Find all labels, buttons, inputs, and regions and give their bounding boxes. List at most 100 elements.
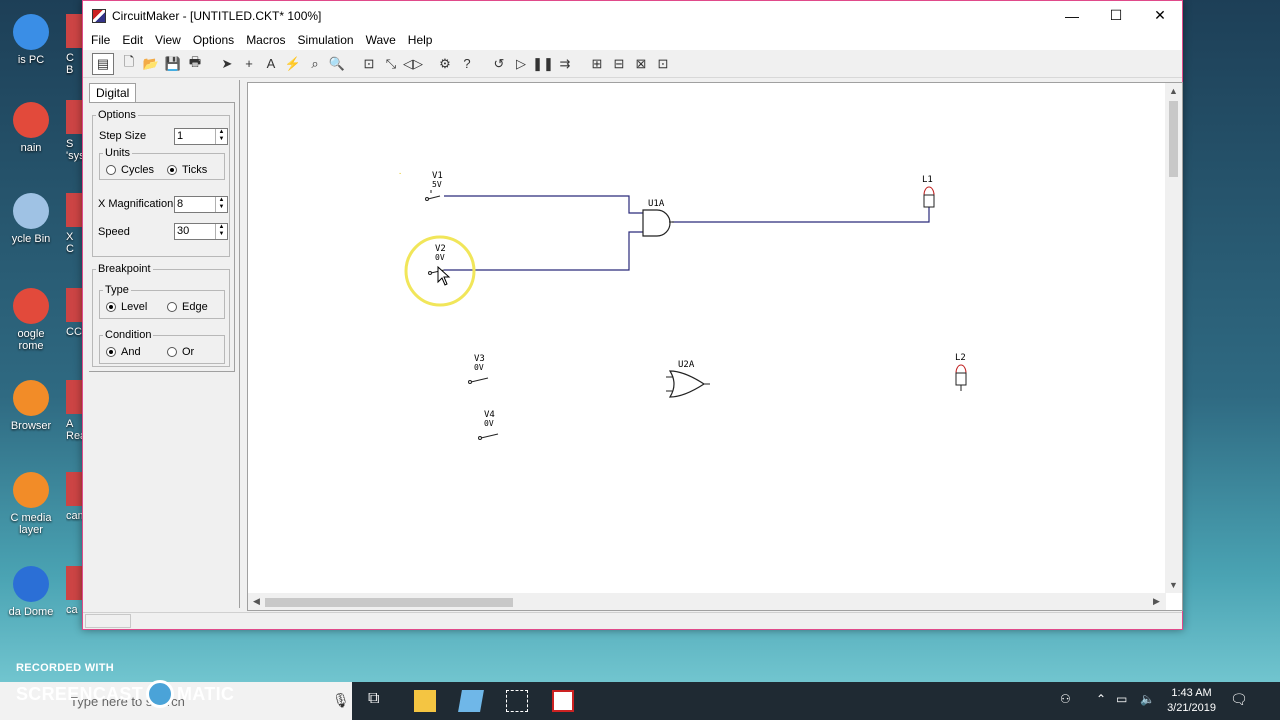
menu-view[interactable]: View bbox=[149, 33, 187, 47]
menu-macros[interactable]: Macros bbox=[240, 33, 291, 47]
x-magnification-input[interactable]: 8 ▲ ▼ bbox=[174, 196, 228, 213]
v4-value: 0V bbox=[484, 419, 494, 428]
circuitmaker-window: CircuitMaker - [UNTITLED.CKT* 100%] — ☐ … bbox=[82, 0, 1183, 630]
l1-label: L1 bbox=[922, 175, 933, 185]
system-clock[interactable]: 1:43 AM 3/21/2019 bbox=[1167, 686, 1216, 716]
desktop-icon[interactable]: is PC bbox=[0, 14, 62, 66]
open-file-button[interactable]: 📂 bbox=[140, 53, 162, 75]
step-size-input[interactable]: 1 ▲ ▼ bbox=[174, 128, 228, 145]
step-size-spinner[interactable]: ▲ ▼ bbox=[215, 129, 227, 144]
desktop-icon[interactable]: oogle rome bbox=[0, 288, 62, 352]
snipping-tool-icon[interactable] bbox=[506, 690, 528, 712]
save-button[interactable]: 💾 bbox=[162, 53, 184, 75]
chevron-up-icon[interactable]: ⌃ bbox=[1096, 692, 1106, 706]
task-view-icon[interactable]: ⧉ bbox=[368, 690, 390, 712]
menu-edit[interactable]: Edit bbox=[116, 33, 149, 47]
pause-button[interactable]: ❚❚ bbox=[532, 53, 554, 75]
arrow-tool-button[interactable]: ➤ bbox=[216, 53, 238, 75]
app-icon[interactable] bbox=[458, 690, 484, 712]
reset-button[interactable]: ↺ bbox=[488, 53, 510, 75]
microphone-icon[interactable]: 🎙 bbox=[332, 692, 350, 709]
logic-display-l2[interactable]: L2 bbox=[955, 353, 967, 391]
menu-wave[interactable]: Wave bbox=[360, 33, 402, 47]
menu-options[interactable]: Options bbox=[187, 33, 240, 47]
type-edge-label: Edge bbox=[182, 301, 208, 313]
wire-u1a-l1[interactable] bbox=[672, 207, 930, 223]
x-magnification-spinner[interactable]: ▲ ▼ bbox=[215, 197, 227, 212]
desktop-icon[interactable]: da Dome bbox=[0, 566, 62, 618]
wires[interactable] bbox=[444, 195, 930, 271]
units-ticks-radio[interactable]: Ticks bbox=[167, 164, 207, 176]
desktop-icon[interactable]: nain bbox=[0, 102, 62, 154]
minimize-button[interactable]: — bbox=[1050, 1, 1094, 30]
library-button[interactable]: ▤ bbox=[92, 52, 114, 75]
help-button[interactable]: ? bbox=[456, 53, 478, 75]
scroll-right-icon[interactable]: ▶ bbox=[1153, 596, 1160, 607]
view-button-3[interactable]: ⊠ bbox=[630, 53, 652, 75]
switch-v3[interactable]: V3 0V bbox=[468, 354, 489, 384]
radio-icon bbox=[167, 347, 177, 357]
scroll-left-icon[interactable]: ◀ bbox=[253, 596, 260, 607]
or-gate-u2a[interactable]: U2A bbox=[666, 360, 710, 398]
probe-tool-button[interactable]: ⚡ bbox=[282, 53, 304, 75]
switch-v2[interactable]: V2 0V bbox=[404, 235, 476, 307]
horizontal-scroll-thumb[interactable] bbox=[265, 598, 513, 607]
speed-input[interactable]: 30 ▲ ▼ bbox=[174, 223, 228, 240]
menu-file[interactable]: File bbox=[85, 33, 116, 47]
desktop-icon[interactable]: C media layer bbox=[0, 472, 62, 536]
zoom-tool-button[interactable]: 🔍 bbox=[326, 53, 348, 75]
text-tool-button[interactable]: A bbox=[260, 53, 282, 75]
zoom-fit-button[interactable]: ⊡ bbox=[358, 53, 380, 75]
menu-help[interactable]: Help bbox=[402, 33, 439, 47]
switch-v1[interactable]: V1 5V · bbox=[398, 170, 443, 201]
trace-button[interactable]: ⇉ bbox=[554, 53, 576, 75]
watermark-recorded-with: RECORDED WITH bbox=[16, 662, 115, 674]
tab-digital[interactable]: Digital bbox=[89, 83, 137, 103]
step-button[interactable]: ▷ bbox=[510, 53, 532, 75]
vertical-scroll-thumb[interactable] bbox=[1169, 101, 1178, 177]
units-cycles-radio[interactable]: Cycles bbox=[106, 164, 154, 176]
type-edge-radio[interactable]: Edge bbox=[167, 301, 208, 313]
and-gate-icon bbox=[642, 209, 671, 237]
wire-tool-button[interactable]: + bbox=[238, 53, 260, 75]
view-button-1[interactable]: ⊞ bbox=[586, 53, 608, 75]
people-icon[interactable]: ⚇ bbox=[1060, 692, 1071, 706]
maximize-button[interactable]: ☐ bbox=[1094, 1, 1138, 30]
schematic-drawing[interactable]: V1 5V · V2 0V U1A L1 V3 0V V4 0V U2A L2 bbox=[248, 83, 1166, 593]
condition-and-radio[interactable]: And bbox=[106, 346, 141, 358]
condition-or-label: Or bbox=[182, 346, 195, 358]
desktop-icon[interactable]: Browser bbox=[0, 380, 62, 432]
lamp-body-icon bbox=[923, 194, 935, 208]
network-icon[interactable]: ▭ bbox=[1116, 692, 1127, 706]
speed-spinner[interactable]: ▲ ▼ bbox=[215, 224, 227, 239]
condition-or-radio[interactable]: Or bbox=[167, 346, 194, 358]
notification-icon[interactable]: 🗨 bbox=[1230, 691, 1248, 708]
horizontal-scrollbar[interactable]: ◀ ▶ bbox=[248, 593, 1166, 610]
scroll-up-icon[interactable]: ▲ bbox=[1169, 86, 1178, 96]
mirror-button[interactable]: ◁▷ bbox=[402, 53, 424, 75]
desktop-icon[interactable]: ycle Bin bbox=[0, 193, 62, 245]
rotate-button[interactable]: ⤡ bbox=[380, 53, 402, 75]
close-button[interactable]: ✕ bbox=[1138, 1, 1182, 30]
new-file-button[interactable]: 🗋 bbox=[118, 53, 140, 75]
view-button-2[interactable]: ⊟ bbox=[608, 53, 630, 75]
menu-simulation[interactable]: Simulation bbox=[292, 33, 360, 47]
title-bar[interactable]: CircuitMaker - [UNTITLED.CKT* 100%] — ☐ … bbox=[83, 1, 1182, 30]
volume-icon[interactable]: 🔈 bbox=[1140, 692, 1155, 706]
wave-button[interactable]: ⚙ bbox=[434, 53, 456, 75]
wire-v1-u1a[interactable] bbox=[444, 195, 643, 214]
delete-tool-button[interactable]: ⌕ bbox=[304, 53, 326, 75]
file-explorer-icon[interactable] bbox=[414, 690, 436, 712]
schematic-canvas[interactable]: V1 5V · V2 0V U1A L1 V3 0V V4 0V U2A L2 … bbox=[247, 82, 1183, 611]
view-button-4[interactable]: ⊡ bbox=[652, 53, 674, 75]
vertical-scrollbar[interactable]: ▲ ▼ bbox=[1165, 83, 1182, 593]
u1a-label: U1A bbox=[648, 199, 665, 209]
print-button[interactable]: 🖶 bbox=[184, 53, 206, 75]
logic-display-l1[interactable]: L1 bbox=[922, 175, 935, 208]
and-gate-u1a[interactable]: U1A bbox=[642, 199, 674, 237]
type-level-radio[interactable]: Level bbox=[106, 301, 147, 313]
circuitmaker-taskbar-icon[interactable] bbox=[552, 690, 574, 712]
status-bar bbox=[83, 612, 1182, 629]
scroll-down-icon[interactable]: ▼ bbox=[1169, 580, 1178, 590]
switch-v4[interactable]: V4 0V bbox=[478, 410, 499, 440]
